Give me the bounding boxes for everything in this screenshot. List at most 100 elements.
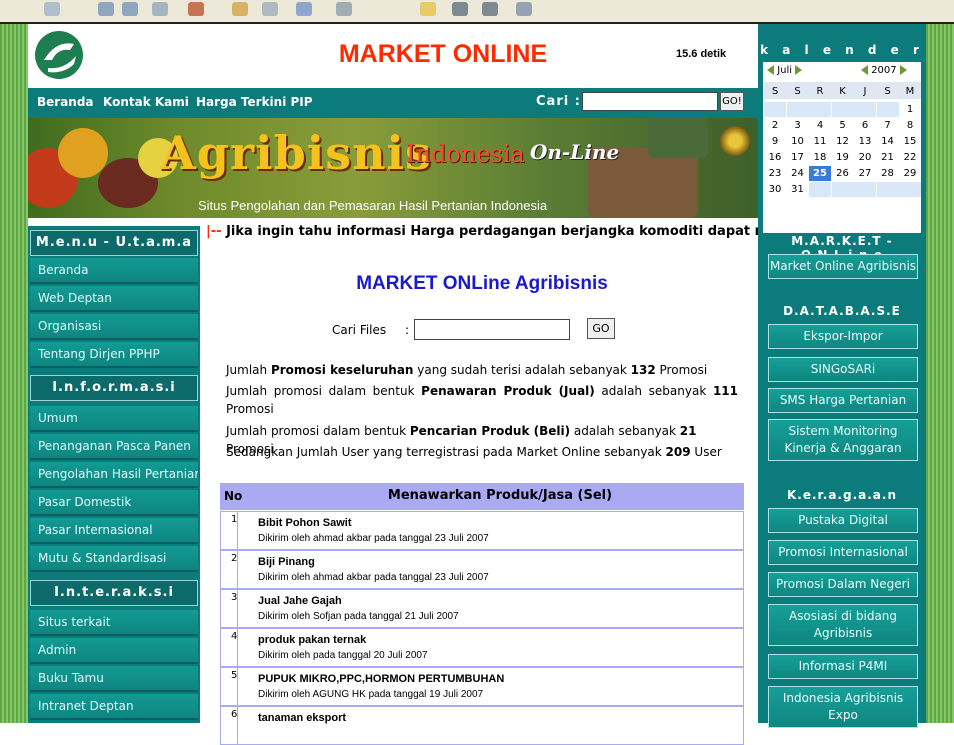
keragaan-heading: K.e.r.a.g.a.a.n: [787, 488, 897, 502]
toolbar-folder-icon[interactable]: [420, 2, 436, 16]
search-go-button[interactable]: GO!: [720, 92, 744, 111]
sidebar-item-situs-terkait[interactable]: Situs terkait: [30, 610, 198, 636]
calendar-day[interactable]: 1: [899, 102, 921, 117]
toolbar-refresh-icon[interactable]: [152, 2, 168, 16]
calendar-day[interactable]: 23: [764, 166, 786, 181]
calendar-day[interactable]: 9: [764, 134, 786, 149]
year-selector[interactable]: 2007: [861, 65, 907, 76]
calendar-day[interactable]: 19: [832, 150, 854, 165]
indonesia-agribisnis-expo-button[interactable]: Indonesia Agribisnis Expo: [768, 686, 918, 728]
toolbar-misc-icon[interactable]: [516, 2, 532, 16]
sidebar-item-buku-tamu[interactable]: Buku Tamu: [30, 666, 198, 692]
calendar-day[interactable]: 5: [832, 118, 854, 133]
nav-link-beranda[interactable]: Beranda: [37, 95, 94, 109]
prev-year-icon[interactable]: [861, 65, 868, 75]
toolbar-table-icon[interactable]: [482, 2, 498, 16]
calendar-day[interactable]: 7: [877, 118, 899, 133]
asosiasi-agribisnis-button[interactable]: Asosiasi di bidang Agribisnis: [768, 604, 918, 646]
site-logo-icon[interactable]: [34, 30, 84, 80]
product-name-link[interactable]: Bibit Pohon Sawit: [258, 517, 352, 529]
toolbar-print-icon[interactable]: [336, 2, 352, 16]
nav-link-harga-terkini[interactable]: Harga Terkini PIP: [196, 95, 313, 109]
calendar-day[interactable]: 16: [764, 150, 786, 165]
ekspor-impor-button[interactable]: Ekspor-Impor: [768, 324, 918, 349]
sidebar-item-pasca-panen[interactable]: Penanganan Pasca Panen: [30, 434, 198, 460]
calendar-day-header: S: [794, 86, 801, 97]
news-ticker[interactable]: |-- Jika ingin tahu informasi Harga perd…: [206, 224, 758, 242]
product-name-link[interactable]: tanaman eksport: [258, 712, 346, 724]
informasi-p4mi-button[interactable]: Informasi P4MI: [768, 654, 918, 679]
search-input[interactable]: [582, 92, 718, 111]
table-row[interactable]: 4 produk pakan ternak Dikirim oleh pada …: [220, 628, 744, 667]
toolbar-grid-icon[interactable]: [452, 2, 468, 16]
toolbar-doc2-icon[interactable]: [122, 2, 138, 16]
calendar-day[interactable]: 26: [832, 166, 854, 181]
calendar-day[interactable]: 17: [787, 150, 809, 165]
calendar-day[interactable]: 30: [764, 182, 786, 197]
sidebar-item-mutu[interactable]: Mutu & Standardisasi: [30, 546, 198, 572]
calendar-day[interactable]: 4: [809, 118, 831, 133]
calendar-today[interactable]: 25: [809, 166, 831, 181]
calendar-day[interactable]: 10: [787, 134, 809, 149]
sidebar-item-web-deptan[interactable]: Web Deptan: [30, 286, 198, 312]
sidebar-item-beranda[interactable]: Beranda: [30, 258, 198, 284]
product-name-link[interactable]: Jual Jahe Gajah: [258, 595, 342, 607]
promosi-internasional-button[interactable]: Promosi Internasional: [768, 540, 918, 565]
nav-link-kontak-kami[interactable]: Kontak Kami: [103, 95, 189, 109]
calendar-day[interactable]: 8: [899, 118, 921, 133]
calendar-day[interactable]: 18: [809, 150, 831, 165]
calendar-day[interactable]: 22: [899, 150, 921, 165]
table-row[interactable]: 1 Bibit Pohon Sawit Dikirim oleh ahmad a…: [220, 511, 744, 550]
calendar-day[interactable]: 15: [899, 134, 921, 149]
sidebar-item-intranet[interactable]: Intranet Deptan: [30, 694, 198, 720]
sidebar-item-organisasi[interactable]: Organisasi: [30, 314, 198, 340]
sidebar-item-admin[interactable]: Admin: [30, 638, 198, 664]
toolbar-cut-icon[interactable]: [232, 2, 248, 16]
cari-files-go-button[interactable]: GO: [587, 318, 615, 339]
calendar-day[interactable]: 31: [787, 182, 809, 197]
toolbar-edit-icon[interactable]: [188, 2, 204, 16]
toolbar-doc-icon[interactable]: [98, 2, 114, 16]
table-row[interactable]: 3 Jual Jahe Gajah Dikirim oleh Sofjan pa…: [220, 589, 744, 628]
calendar-day[interactable]: 12: [832, 134, 854, 149]
toolbar-play-icon[interactable]: [296, 2, 312, 16]
table-row[interactable]: 6 tanaman eksport: [220, 706, 744, 745]
sidebar-item-umum[interactable]: Umum: [30, 406, 198, 432]
calendar-day[interactable]: 3: [787, 118, 809, 133]
promosi-dalam-negeri-button[interactable]: Promosi Dalam Negeri: [768, 572, 918, 597]
calendar-day[interactable]: 24: [787, 166, 809, 181]
calendar-day[interactable]: 11: [809, 134, 831, 149]
sistem-monitoring-button[interactable]: Sistem Monitoring Kinerja & Anggaran: [768, 419, 918, 461]
calendar-day[interactable]: 29: [899, 166, 921, 181]
month-selector[interactable]: Juli: [767, 65, 803, 76]
calendar-day[interactable]: 6: [854, 118, 876, 133]
toolbar-copy-icon[interactable]: [262, 2, 278, 16]
cari-files-input[interactable]: [414, 319, 570, 340]
product-name-link[interactable]: produk pakan ternak: [258, 634, 366, 646]
sidebar-item-pasar-internasional[interactable]: Pasar Internasional: [30, 518, 198, 544]
next-year-icon[interactable]: [899, 65, 907, 75]
calendar-day[interactable]: 20: [854, 150, 876, 165]
calendar-day[interactable]: 21: [877, 150, 899, 165]
table-row[interactable]: 5 PUPUK MIKRO,PPC,HORMON PERTUMBUHAN Dik…: [220, 667, 744, 706]
sidebar-item-pengolahan[interactable]: Pengolahan Hasil Pertanian: [30, 462, 198, 488]
product-name-link[interactable]: Biji Pinang: [258, 556, 315, 568]
calendar-day: [831, 182, 854, 197]
table-row[interactable]: 2 Biji Pinang Dikirim oleh ahmad akbar p…: [220, 550, 744, 589]
calendar-day[interactable]: 27: [854, 166, 876, 181]
pustaka-digital-button[interactable]: Pustaka Digital: [768, 508, 918, 533]
prev-month-icon[interactable]: [767, 65, 774, 75]
singosari-button[interactable]: SINGoSARi: [768, 357, 918, 382]
sms-harga-button[interactable]: SMS Harga Pertanian: [768, 388, 918, 413]
sidebar-item-pasar-domestik[interactable]: Pasar Domestik: [30, 490, 198, 516]
calendar-day[interactable]: 13: [854, 134, 876, 149]
toolbar-back-icon[interactable]: [44, 2, 60, 16]
product-meta: Dikirim oleh ahmad akbar pada tanggal 23…: [258, 533, 489, 544]
sidebar-item-tentang-dirjen[interactable]: Tentang Dirjen PPHP: [30, 342, 198, 368]
next-month-icon[interactable]: [795, 65, 803, 75]
market-online-agribisnis-button[interactable]: Market Online Agribisnis: [768, 254, 918, 279]
calendar-day[interactable]: 14: [877, 134, 899, 149]
product-name-link[interactable]: PUPUK MIKRO,PPC,HORMON PERTUMBUHAN: [258, 673, 504, 685]
calendar-day[interactable]: 2: [764, 118, 786, 133]
calendar-day[interactable]: 28: [877, 166, 899, 181]
